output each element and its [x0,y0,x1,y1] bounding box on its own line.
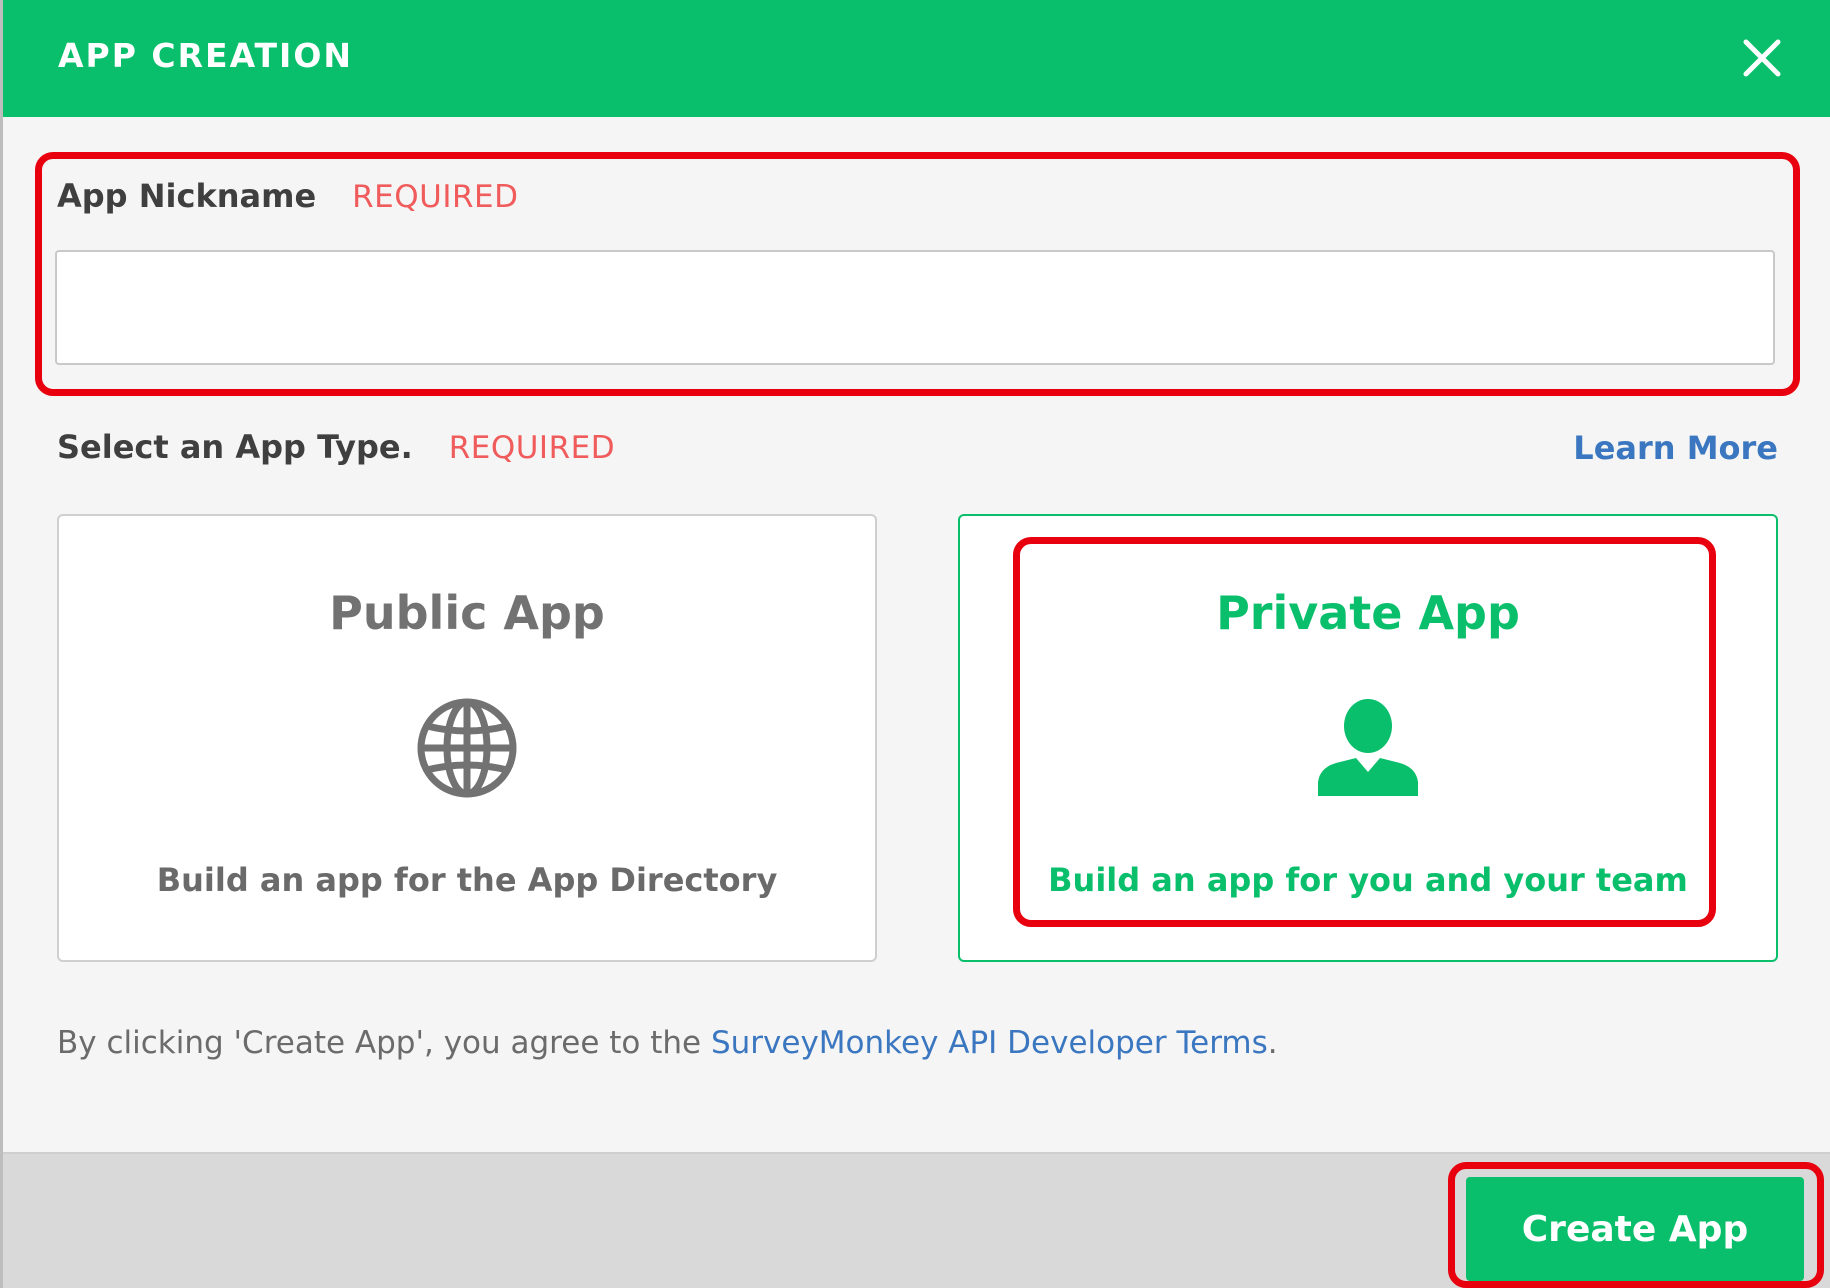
dialog-header: APP CREATION [3,0,1830,117]
private-app-title: Private App [1216,586,1520,640]
app-type-required-badge: REQUIRED [448,430,616,466]
app-nickname-input[interactable] [55,250,1775,365]
public-app-card[interactable]: Public App Build an app for the App Dire… [57,514,877,962]
public-app-title: Public App [329,586,605,640]
close-button[interactable] [1734,30,1790,86]
nickname-label-row: App Nickname REQUIRED [57,177,519,215]
app-type-label-row: Select an App Type. REQUIRED [57,428,615,466]
private-app-card[interactable]: Private App Build an app for you and you… [958,514,1778,962]
person-icon [1318,699,1418,796]
dialog-title: APP CREATION [58,36,354,75]
close-icon [1743,39,1781,77]
public-app-description: Build an app for the App Directory [156,861,778,899]
terms-prefix: By clicking 'Create App', you agree to t… [57,1025,711,1061]
create-app-button[interactable]: Create App [1466,1177,1804,1281]
nickname-label: App Nickname [57,177,317,215]
globe-icon [417,698,517,798]
learn-more-link[interactable]: Learn More [1573,429,1778,467]
nickname-required-badge: REQUIRED [352,179,519,215]
app-type-label: Select an App Type. [57,428,413,466]
developer-terms-link[interactable]: SurveyMonkey API Developer Terms [711,1025,1268,1061]
terms-text: By clicking 'Create App', you agree to t… [57,1025,1278,1061]
terms-suffix: . [1267,1025,1278,1061]
private-app-description: Build an app for you and your team [1048,861,1688,899]
